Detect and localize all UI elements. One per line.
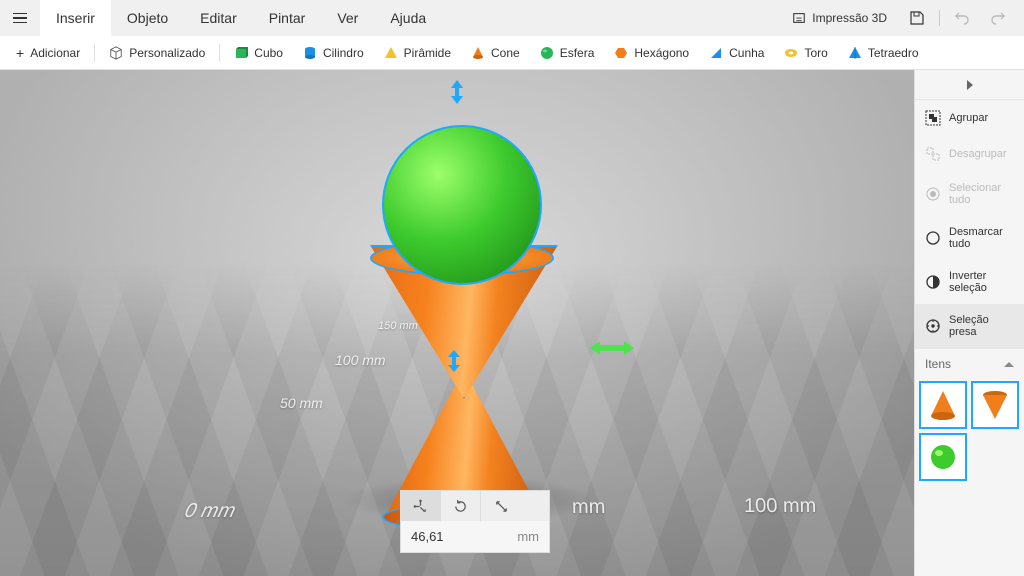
- shape-cilindro[interactable]: Cilindro: [293, 42, 374, 64]
- print-3d-button[interactable]: Impressão 3D: [784, 7, 895, 29]
- tetra-icon: [848, 46, 862, 60]
- menu-ajuda[interactable]: Ajuda: [374, 0, 442, 36]
- transform-widget: 46,61 mm: [400, 490, 550, 553]
- menu-ver[interactable]: Ver: [321, 0, 374, 36]
- menubar: Inserir Objeto Editar Pintar Ver Ajuda I…: [0, 0, 1024, 36]
- add-button[interactable]: + Adicionar: [6, 41, 90, 65]
- rotate-icon: [453, 499, 468, 514]
- shape-esfera[interactable]: Esfera: [530, 42, 605, 64]
- item-sphere[interactable]: [919, 433, 967, 481]
- items-header[interactable]: Itens: [915, 348, 1024, 377]
- add-label: Adicionar: [30, 46, 80, 60]
- right-panel: Agrupar Desagrupar Selecionar tudo Desma…: [914, 70, 1024, 576]
- widget-value: 46,61: [411, 529, 444, 544]
- sphere-object: [382, 125, 542, 285]
- item-cone-up[interactable]: [919, 381, 967, 429]
- shape-hexagono[interactable]: Hexágono: [604, 42, 699, 64]
- print-3d-icon: [792, 11, 806, 25]
- sticky-selection-icon: [925, 318, 941, 334]
- shape-cone[interactable]: Cone: [461, 42, 530, 64]
- undo-icon: [954, 10, 970, 26]
- shape-piramide[interactable]: Pirâmide: [374, 42, 461, 64]
- menu-pintar[interactable]: Pintar: [253, 0, 322, 36]
- print-3d-label: Impressão 3D: [812, 11, 887, 25]
- ungroup-icon: [925, 146, 941, 162]
- cube-outline-icon: [109, 46, 123, 60]
- toolbar: + Adicionar Personalizado Cubo Cilindro …: [0, 36, 1024, 70]
- viewport-3d[interactable]: 0 mm 50 mm 100 mm 150 mm mm 100 mm: [0, 70, 914, 576]
- item-cone-down[interactable]: [971, 381, 1019, 429]
- action-inverter-selecao[interactable]: Inverter seleção: [915, 260, 1024, 304]
- scale-icon: [494, 499, 509, 514]
- custom-button[interactable]: Personalizado: [99, 42, 215, 64]
- action-selecionar-tudo[interactable]: Selecionar tudo: [915, 172, 1024, 216]
- shape-toro[interactable]: Toro: [774, 42, 837, 64]
- hexagon-icon: [614, 46, 628, 60]
- widget-tab-move[interactable]: [401, 491, 441, 521]
- action-agrupar[interactable]: Agrupar: [915, 100, 1024, 136]
- move-handle-vertical[interactable]: [447, 80, 467, 109]
- shape-cubo[interactable]: Cubo: [224, 42, 293, 64]
- shape-tetraedro[interactable]: Tetraedro: [838, 42, 929, 64]
- action-selecao-presa[interactable]: Seleção presa: [915, 304, 1024, 348]
- widget-tab-rotate[interactable]: [441, 491, 481, 521]
- redo-button[interactable]: [984, 4, 1012, 32]
- menu-inserir[interactable]: Inserir: [40, 0, 111, 36]
- wedge-icon: [709, 46, 723, 60]
- panel-collapse-button[interactable]: [915, 70, 1024, 100]
- deselect-all-icon: [925, 230, 941, 246]
- widget-unit: mm: [517, 529, 539, 544]
- save-icon: [909, 10, 925, 26]
- redo-icon: [990, 10, 1006, 26]
- action-desagrupar[interactable]: Desagrupar: [915, 136, 1024, 172]
- chevron-up-icon: [1004, 362, 1014, 367]
- move-handle-depth[interactable]: [445, 350, 463, 377]
- move-handle-horizontal[interactable]: [590, 338, 634, 363]
- pyramid-icon: [384, 46, 398, 60]
- hamburger-menu[interactable]: [0, 0, 40, 36]
- widget-tab-scale[interactable]: [481, 491, 521, 521]
- plus-icon: +: [16, 45, 24, 61]
- undo-button[interactable]: [948, 4, 976, 32]
- shape-cunha[interactable]: Cunha: [699, 42, 774, 64]
- cone-icon: [471, 46, 485, 60]
- divider: [939, 10, 940, 26]
- model-group[interactable]: [370, 125, 560, 535]
- cylinder-icon: [303, 46, 317, 60]
- save-button[interactable]: [903, 4, 931, 32]
- custom-label: Personalizado: [129, 46, 205, 60]
- menu-editar[interactable]: Editar: [184, 0, 253, 36]
- chevron-right-icon: [967, 80, 973, 90]
- invert-selection-icon: [925, 274, 941, 290]
- menu-objeto[interactable]: Objeto: [111, 0, 184, 36]
- move-icon: [413, 499, 428, 514]
- torus-icon: [784, 46, 798, 60]
- group-icon: [925, 110, 941, 126]
- cube-icon: [234, 46, 248, 60]
- action-desmarcar-tudo[interactable]: Desmarcar tudo: [915, 216, 1024, 260]
- items-list: [915, 377, 1024, 485]
- select-all-icon: [925, 186, 941, 202]
- sphere-icon: [540, 46, 554, 60]
